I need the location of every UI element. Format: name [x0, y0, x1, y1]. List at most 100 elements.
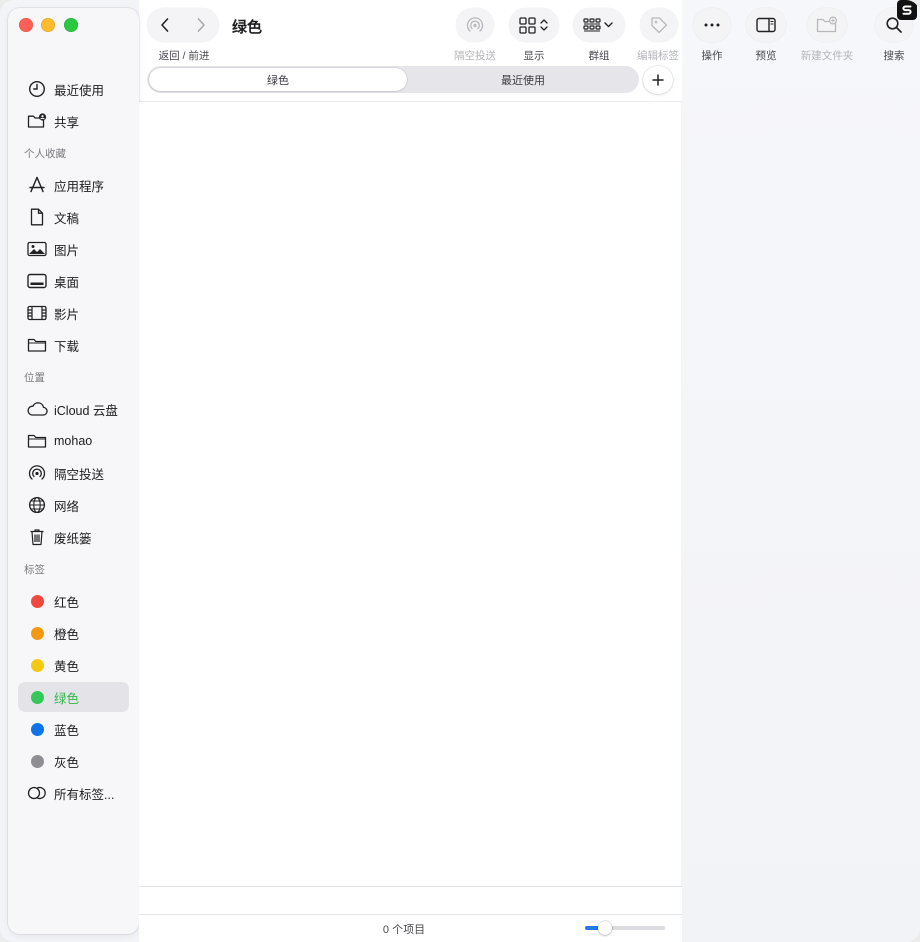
airdrop-icon — [466, 17, 484, 32]
sidebar-item-documents[interactable]: 文稿 — [18, 202, 129, 232]
sidebar-item-pictures[interactable]: 图片 — [18, 234, 129, 264]
tab-recents[interactable]: 最近使用 — [409, 68, 637, 91]
gray-dot-icon — [30, 754, 44, 768]
finder-window: 最近使用 共享 个人收藏 应用程序 文稿 图片 桌面 影片 下载 位置 iClo… — [0, 0, 920, 942]
minimize-window-button[interactable] — [41, 18, 55, 32]
sidebar-item-trash[interactable]: 废纸篓 — [18, 522, 129, 552]
sidebar-tag-green[interactable]: 绿色 — [18, 682, 129, 712]
chevron-right-icon — [197, 18, 205, 32]
globe-icon — [26, 494, 48, 516]
new-folder-caption: 新建文件夹 — [800, 50, 854, 62]
cloud-icon — [26, 398, 48, 420]
sidebar-item-label: 共享 — [54, 115, 80, 130]
clock-icon — [26, 78, 48, 100]
icon-size-slider[interactable] — [585, 921, 665, 935]
sidebar-all-tags[interactable]: 所有标签... — [18, 778, 129, 808]
tag-dot-icon — [26, 686, 48, 708]
sidebar-item-downloads[interactable]: 下载 — [18, 330, 129, 360]
sidebar-item-label: 应用程序 — [54, 179, 105, 194]
sidebar-item-label: 黄色 — [54, 659, 80, 674]
orange-dot-icon — [30, 626, 44, 640]
path-bar-divider — [139, 914, 682, 915]
tag-dot-icon — [26, 718, 48, 740]
sidebar-item-label: 桌面 — [54, 275, 80, 290]
tab-green[interactable]: 绿色 — [149, 68, 407, 91]
sidebar-item-recents[interactable]: 最近使用 — [18, 74, 129, 104]
sidebar-item-label: mohao — [54, 434, 93, 448]
locations-section-title: 位置 — [24, 372, 45, 384]
sidebar-right-icon — [756, 17, 776, 33]
yellow-dot-icon — [30, 658, 44, 672]
view-button[interactable] — [509, 8, 559, 42]
sidebar: 最近使用 共享 个人收藏 应用程序 文稿 图片 桌面 影片 下载 位置 iClo… — [8, 8, 139, 934]
app-badge-icon — [897, 0, 917, 20]
sidebar-item-icloud[interactable]: iCloud 云盘 — [18, 394, 129, 424]
edit-tags-button[interactable] — [640, 8, 678, 42]
forward-button[interactable] — [183, 8, 219, 42]
zoom-window-button[interactable] — [64, 18, 78, 32]
sidebar-item-airdrop[interactable]: 隔空投送 — [18, 458, 129, 488]
sidebar-item-label: 下载 — [54, 339, 80, 354]
all-tags-icon — [26, 782, 48, 804]
sidebar-item-label: 橙色 — [54, 627, 80, 642]
edit-tags-caption: 编辑标签 — [637, 50, 679, 62]
sidebar-item-network[interactable]: 网络 — [18, 490, 129, 520]
actions-button[interactable] — [693, 8, 731, 42]
status-bar: 0 个项目 — [139, 886, 682, 942]
trash-icon — [26, 526, 48, 548]
apps-icon — [26, 174, 48, 196]
slider-knob[interactable] — [598, 921, 612, 935]
sidebar-item-applications[interactable]: 应用程序 — [18, 170, 129, 200]
sidebar-item-shared[interactable]: 共享 — [18, 106, 129, 136]
document-icon — [26, 206, 48, 228]
sidebar-item-label: 隔空投送 — [54, 467, 105, 482]
red-dot-icon — [30, 594, 44, 608]
sidebar-item-label: 所有标签... — [54, 787, 115, 802]
preview-pane — [682, 0, 920, 942]
ellipsis-icon — [704, 23, 720, 27]
close-window-button[interactable] — [19, 18, 33, 32]
sidebar-item-desktop[interactable]: 桌面 — [18, 266, 129, 296]
sidebar-item-label: 影片 — [54, 307, 80, 322]
folder-icon — [26, 430, 48, 452]
new-folder-button[interactable] — [807, 8, 847, 42]
sidebar-item-label: 绿色 — [54, 691, 80, 706]
tags-section-title: 标签 — [24, 564, 45, 576]
back-button[interactable] — [147, 8, 183, 42]
sidebar-item-label: 灰色 — [54, 755, 80, 770]
preview-button[interactable] — [746, 8, 786, 42]
sidebar-tag-gray[interactable]: 灰色 — [18, 746, 129, 776]
sidebar-tag-orange[interactable]: 橙色 — [18, 618, 129, 648]
tag-dot-icon — [26, 654, 48, 676]
add-tab-button[interactable] — [643, 66, 673, 94]
film-icon — [26, 302, 48, 324]
file-list-area[interactable] — [139, 102, 681, 886]
sidebar-tag-red[interactable]: 红色 — [18, 586, 129, 616]
view-caption: 显示 — [523, 50, 545, 62]
actions-caption: 操作 — [701, 50, 723, 62]
sidebar-item-label: 网络 — [54, 499, 80, 514]
airdrop-button[interactable] — [456, 8, 494, 42]
favorites-section-title: 个人收藏 — [24, 148, 66, 160]
sidebar-tag-yellow[interactable]: 黄色 — [18, 650, 129, 680]
tag-dot-icon — [26, 750, 48, 772]
sidebar-item-movies[interactable]: 影片 — [18, 298, 129, 328]
sidebar-item-home[interactable]: mohao — [18, 426, 129, 456]
nav-caption: 返回 / 前进 — [158, 50, 210, 62]
sidebar-item-label: 图片 — [54, 243, 80, 258]
status-divider — [139, 886, 682, 887]
group-button[interactable] — [573, 8, 625, 42]
group-caption: 群组 — [588, 50, 610, 62]
airdrop-caption: 隔空投送 — [454, 50, 496, 62]
tag-icon — [651, 17, 668, 34]
window-title: 绿色 — [232, 19, 263, 36]
chevron-left-icon — [161, 18, 169, 32]
plus-icon — [652, 74, 664, 86]
sidebar-tag-blue[interactable]: 蓝色 — [18, 714, 129, 744]
tag-dot-icon — [26, 622, 48, 644]
tab-bar: 绿色 最近使用 — [147, 66, 639, 93]
nav-button-group — [147, 8, 219, 42]
group-icon — [583, 18, 613, 32]
sidebar-item-label: iCloud 云盘 — [54, 403, 118, 418]
sidebar-item-label: 蓝色 — [54, 723, 80, 738]
